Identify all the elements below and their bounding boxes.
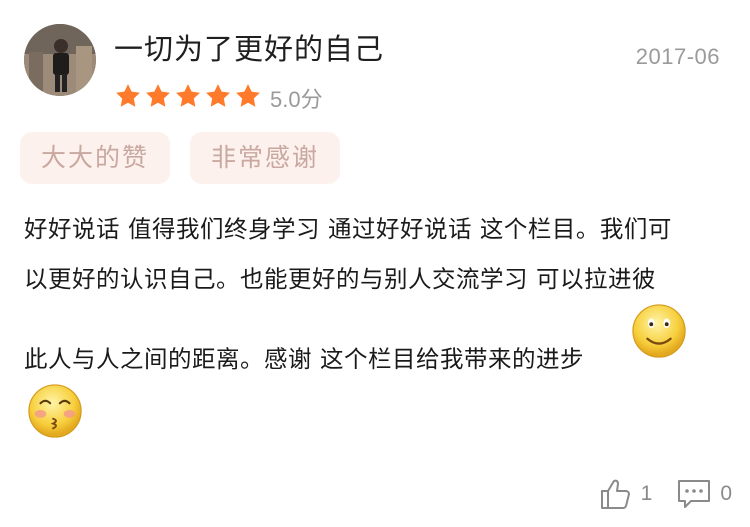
rating-score: 5.0分	[270, 87, 323, 112]
star-icon	[176, 84, 200, 107]
review-text-line: 好好说话 值得我们终身学习 通过好好说话 这个栏目。我们可	[24, 215, 672, 243]
review-date: 2017-06	[635, 44, 720, 69]
review-actions: 1 0	[599, 476, 732, 512]
review-text-line: 此人与人之间的距离。感谢 这个栏目给我带来的进步	[24, 345, 584, 373]
star-icon	[146, 84, 170, 107]
comment-button[interactable]: 0	[676, 477, 732, 511]
star-icon	[236, 84, 260, 107]
tag-thanks: 非常感谢	[190, 132, 340, 184]
avatar[interactable]	[24, 24, 96, 96]
tag-great: 大大的赞	[20, 132, 170, 184]
like-count: 1	[640, 482, 653, 505]
review-text-line: 以更好的认识自己。也能更好的与别人交流学习 可以拉进彼	[24, 265, 656, 293]
blushing-kiss-emoji-icon	[28, 384, 82, 438]
like-button[interactable]: 1	[599, 477, 653, 511]
star-icon	[116, 84, 140, 107]
star-rating	[114, 80, 262, 112]
comment-count: 0	[720, 482, 732, 505]
user-photo-icon	[24, 24, 96, 96]
thumbs-up-icon	[600, 479, 630, 509]
star-icon	[206, 84, 230, 107]
smiley-emoji-icon	[632, 304, 686, 358]
comment-bubble-icon	[678, 480, 711, 508]
reviewer-name: 一切为了更好的自己	[114, 32, 385, 66]
